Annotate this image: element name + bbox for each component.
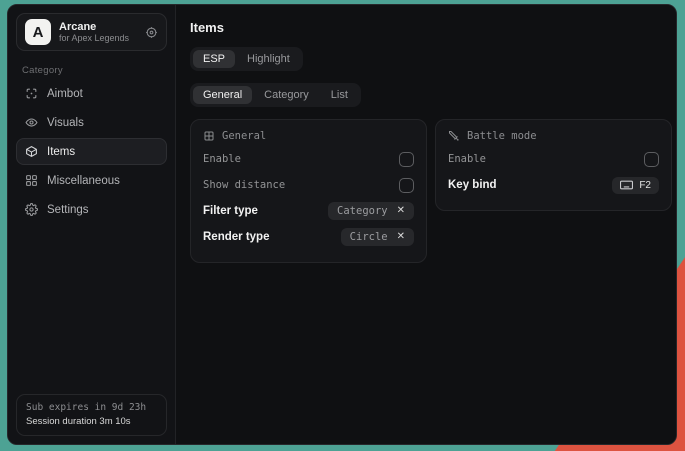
general-panel-header: General	[203, 130, 414, 142]
sidebar-item-items[interactable]: Items	[16, 138, 167, 165]
sidebar-category-label: Category	[22, 65, 167, 76]
target-icon[interactable]	[145, 26, 158, 39]
mode-tabs: ESP Highlight	[190, 47, 303, 71]
clear-icon[interactable]: ✕	[397, 206, 405, 216]
sidebar-item-label: Items	[47, 146, 75, 158]
setting-row-filter-type: Filter type Category ✕	[203, 198, 414, 224]
setting-label: Show distance	[203, 179, 285, 191]
tab-esp[interactable]: ESP	[193, 50, 235, 68]
sub-tabs: General Category List	[190, 83, 361, 107]
select-value: Category	[337, 205, 388, 217]
app-window: A Arcane for Apex Legends Category	[7, 4, 677, 445]
setting-label: Enable	[448, 153, 486, 165]
battle-mode-panel-header: Battle mode	[448, 130, 659, 142]
sub-expires-text: Sub expires in 9d 23h	[26, 401, 157, 415]
main-content: Items ESP Highlight General Category Lis…	[176, 5, 677, 444]
tab-list[interactable]: List	[321, 86, 358, 104]
eye-icon	[25, 116, 38, 129]
sidebar-item-aimbot[interactable]: Aimbot	[16, 80, 167, 107]
filter-type-select[interactable]: Category ✕	[328, 202, 414, 220]
app-subtitle: for Apex Legends	[59, 33, 137, 43]
setting-row-render-type: Render type Circle ✕	[203, 224, 414, 250]
gear-icon	[25, 203, 38, 216]
panel-title: General	[222, 130, 266, 142]
sidebar-item-visuals[interactable]: Visuals	[16, 109, 167, 136]
setting-row-key-bind: Key bind F2	[448, 172, 659, 198]
render-type-select[interactable]: Circle ✕	[341, 228, 414, 246]
sidebar: A Arcane for Apex Legends Category	[8, 5, 176, 444]
crosshair-icon	[25, 87, 38, 100]
grid-icon	[25, 174, 38, 187]
keybind-value: F2	[639, 180, 651, 191]
panel-title: Battle mode	[467, 130, 537, 142]
setting-row-enable: Enable	[203, 146, 414, 172]
app-name: Arcane	[59, 21, 137, 34]
session-duration-text: Session duration 3m 10s	[26, 415, 157, 429]
sidebar-item-label: Aimbot	[47, 88, 83, 100]
keyboard-icon	[620, 180, 633, 190]
setting-row-enable: Enable	[448, 146, 659, 172]
select-value: Circle	[350, 231, 388, 243]
brand-card: A Arcane for Apex Legends	[16, 13, 167, 51]
sidebar-item-miscellaneous[interactable]: Miscellaneous	[16, 167, 167, 194]
enable-checkbox[interactable]	[399, 152, 414, 167]
scan-grid-icon	[203, 130, 215, 142]
setting-label: Render type	[203, 231, 269, 243]
page-title: Items	[190, 20, 672, 35]
clear-icon[interactable]: ✕	[397, 232, 405, 242]
setting-label: Filter type	[203, 205, 258, 217]
tab-category[interactable]: Category	[254, 86, 319, 104]
sidebar-item-label: Settings	[47, 204, 89, 216]
app-logo: A	[25, 19, 51, 45]
sidebar-item-label: Miscellaneous	[47, 175, 120, 187]
battle-enable-checkbox[interactable]	[644, 152, 659, 167]
show-distance-checkbox[interactable]	[399, 178, 414, 193]
keybind-button[interactable]: F2	[612, 177, 659, 194]
swords-icon	[448, 130, 460, 142]
tab-highlight[interactable]: Highlight	[237, 50, 300, 68]
setting-label: Enable	[203, 153, 241, 165]
tab-general[interactable]: General	[193, 86, 252, 104]
subscription-status-card: Sub expires in 9d 23h Session duration 3…	[16, 394, 167, 437]
battle-mode-panel: Battle mode Enable Key bind	[435, 119, 672, 211]
setting-row-show-distance: Show distance	[203, 172, 414, 198]
sidebar-item-settings[interactable]: Settings	[16, 196, 167, 223]
brand-text: Arcane for Apex Legends	[59, 21, 137, 44]
setting-label: Key bind	[448, 179, 497, 191]
sidebar-item-label: Visuals	[47, 117, 84, 129]
sidebar-nav: Aimbot Visuals Items	[16, 80, 167, 223]
box-icon	[25, 145, 38, 158]
general-panel: General Enable Show distance Filter type…	[190, 119, 427, 263]
